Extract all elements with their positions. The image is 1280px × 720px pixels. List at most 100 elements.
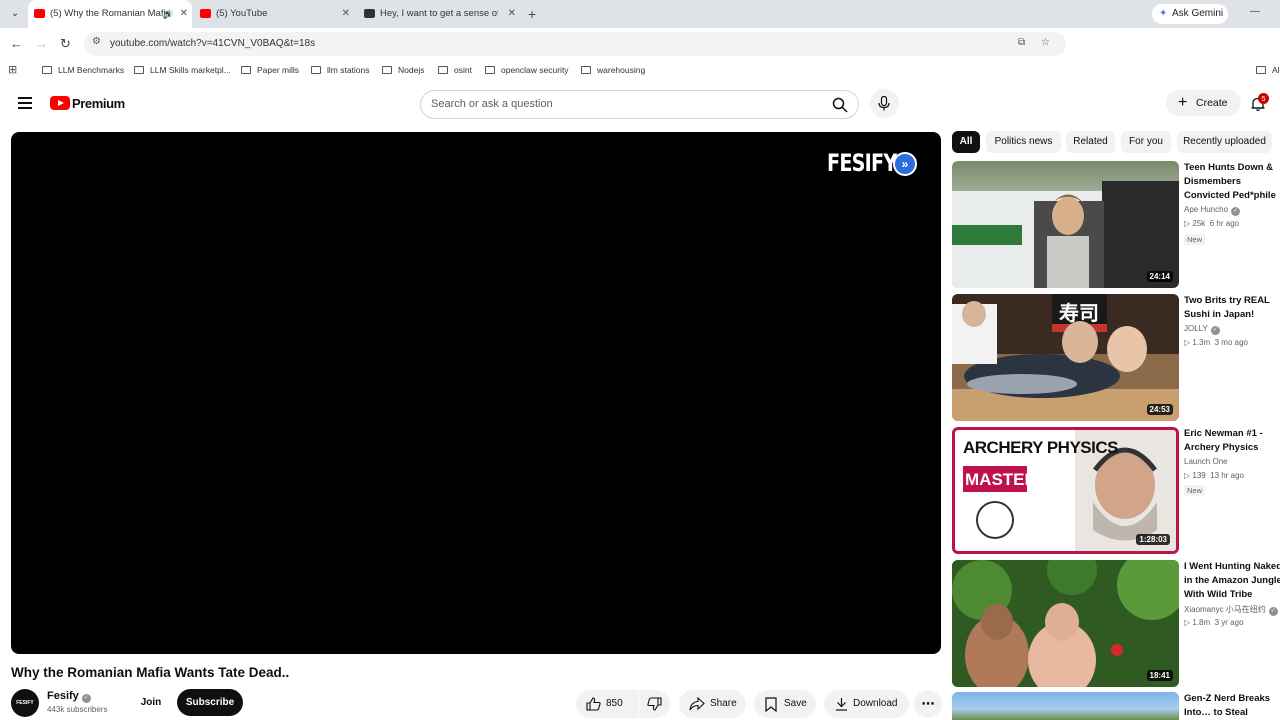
view-count: 139 [1192,471,1206,480]
apps-grid-icon[interactable]: ⊞ [8,63,17,76]
tab-close-icon[interactable]: ✕ [180,0,188,28]
tab-search-chevron-icon[interactable]: ⌄ [6,5,24,23]
join-button[interactable]: Join [129,689,173,716]
plus-icon: + [1178,94,1188,111]
folder-icon [1256,66,1266,74]
browser-tab[interactable]: Hey, I want to get a sense of wh ✕ [358,0,520,28]
recommended-video[interactable]: Gen-Z Nerd Breaks Into… to Steal $12,000… [952,692,1280,720]
voice-search-button[interactable] [870,89,899,118]
video-thumbnail[interactable] [952,692,1179,720]
video-title[interactable]: Eric Newman #1 - Archery Physics Masterm… [1184,427,1280,455]
chip-politics-news[interactable]: Politics news [986,131,1061,153]
folder-icon [241,66,251,74]
bookmark-folder[interactable]: Paper mills [241,60,299,80]
video-meta: ▷ 139 13 hr ago [1184,471,1244,480]
channel-label: JOLLY [1184,324,1208,333]
bookmark-folder[interactable]: Nodejs [382,60,424,80]
browser-tab[interactable]: (5) YouTube ✕ [194,0,354,28]
bookmark-star-icon[interactable]: ☆ [1041,37,1050,48]
channel-avatar[interactable]: FESIFY [11,689,39,717]
new-badge: New [1184,234,1206,245]
channel-name-link[interactable]: Fesify ✓ [47,690,91,703]
recommended-video[interactable]: 18:41 I Went Hunting Naked in the Amazon… [952,560,1280,688]
video-thumbnail[interactable]: 18:41 [952,560,1179,687]
menu-hamburger-icon[interactable] [18,97,32,109]
chip-for-you[interactable]: For you [1121,131,1171,153]
back-button[interactable]: ← [10,36,23,52]
video-channel[interactable]: Ape Huncho ✓ [1184,205,1241,216]
like-button[interactable]: 850 [576,690,638,718]
create-button[interactable]: + Create [1166,90,1241,116]
search-input[interactable]: Search or ask a question [431,91,553,118]
dislike-button[interactable] [639,690,670,718]
video-title[interactable]: I Went Hunting Naked in the Amazon Jungl… [1184,560,1280,602]
window-minimize-button[interactable]: — [1250,6,1260,17]
bookmark-folder[interactable]: LLM Skills marketpl... [134,60,231,80]
verified-check-icon: ✓ [1268,607,1278,616]
video-title[interactable]: Gen-Z Nerd Breaks Into… to Steal $12,000… [1184,692,1280,720]
tab-close-icon[interactable]: ✕ [508,0,516,28]
site-info-icon[interactable]: ⚙ [92,36,101,47]
gemini-sparkle-icon: ✦ [1159,8,1168,19]
folder-icon [581,66,591,74]
video-meta: ▷ 1.8m 3 yr ago [1184,618,1244,627]
recommended-video[interactable]: 24:14 Teen Hunts Down & Dismembers Convi… [952,161,1280,289]
notifications-button[interactable]: 5 [1250,93,1269,112]
video-player[interactable]: FESIFY » [11,132,941,654]
view-count: 1.8m [1192,618,1211,627]
upload-age: 6 hr ago [1209,219,1240,228]
bookmark-folder[interactable]: llm stations [311,60,370,80]
video-channel[interactable]: JOLLY ✓ [1184,324,1220,335]
video-thumbnail[interactable]: 24:14 [952,161,1179,288]
save-button[interactable]: Save [754,690,816,718]
search-icon[interactable] [832,97,848,113]
bookmark-folder[interactable]: osint [438,60,472,80]
verified-check-icon: ✓ [1210,326,1220,335]
bookmark-save-icon [765,697,777,712]
video-thumbnail[interactable]: 寿司 24:53 [952,294,1179,421]
tab-title: Hey, I want to get a sense of wh [380,8,498,19]
video-title[interactable]: Two Brits try REAL Sushi in Japan! [1184,294,1280,322]
chip-all[interactable]: All [952,131,980,153]
more-dots-icon: ⋯ [921,696,935,711]
recommended-video[interactable]: 寿司 24:53 Two Brits try REAL Sushi in Jap… [952,294,1280,422]
search-box[interactable]: Search or ask a question [420,90,859,119]
new-badge: New [1184,485,1206,496]
recommended-video[interactable]: ARCHERY PHYSICS MASTER 1:28:03 Eric Newm… [952,427,1280,555]
bookmark-label: Al [1272,65,1280,75]
address-bar[interactable]: ⚙ youtube.com/watch?v=41CVN_V0BAQ&t=18s … [84,32,1066,56]
video-channel[interactable]: Launch One [1184,457,1228,466]
bookmark-folder[interactable]: warehousing [581,60,645,80]
ask-gemini-button[interactable]: ✦ Ask Gemini [1152,4,1228,24]
chip-recently-uploaded[interactable]: Recently uploaded [1177,131,1272,153]
ask-gemini-label: Ask Gemini [1172,8,1224,19]
install-app-icon[interactable]: ⧉ [1018,37,1025,48]
url-text[interactable]: youtube.com/watch?v=41CVN_V0BAQ&t=18s [110,32,315,56]
audio-playing-icon[interactable]: 🔊 [163,0,174,28]
download-button[interactable]: Download [824,690,909,718]
bookmark-folder[interactable]: LLM Benchmarks [42,60,124,80]
bookmark-folder[interactable]: Al [1256,60,1280,80]
video-title[interactable]: Teen Hunts Down & Dismembers Convicted P… [1184,161,1280,203]
video-meta: ▷ 1.3m 3 mo ago [1184,338,1248,347]
more-actions-button[interactable]: ⋯ [914,690,942,718]
video-channel[interactable]: Xiaomanyc 小马在纽约 ✓ [1184,604,1278,616]
upload-age: 3 mo ago [1214,338,1248,347]
view-count: 1.3m [1192,338,1211,347]
reload-button[interactable]: ↻ [60,36,71,52]
video-thumbnail[interactable]: ARCHERY PHYSICS MASTER 1:28:03 [952,427,1179,554]
forward-button[interactable]: → [35,36,48,52]
folder-icon [438,66,448,74]
download-label: Download [853,698,898,709]
subscribe-button[interactable]: Subscribe [177,689,243,716]
bookmark-label: warehousing [597,65,646,75]
bookmark-folder[interactable]: openclaw security [485,60,569,80]
thumbnail-illustration [952,181,1179,288]
browser-tab-strip: ⌄ (5) Why the Romanian Mafia 🔊 ✕ (5) You… [0,0,1280,28]
share-button[interactable]: Share [679,690,746,718]
new-tab-button[interactable]: + [528,6,536,22]
tab-close-icon[interactable]: ✕ [342,0,350,28]
youtube-favicon-icon [200,9,211,18]
browser-tab-active[interactable]: (5) Why the Romanian Mafia 🔊 ✕ [28,0,192,28]
chip-related[interactable]: Related [1066,131,1115,153]
